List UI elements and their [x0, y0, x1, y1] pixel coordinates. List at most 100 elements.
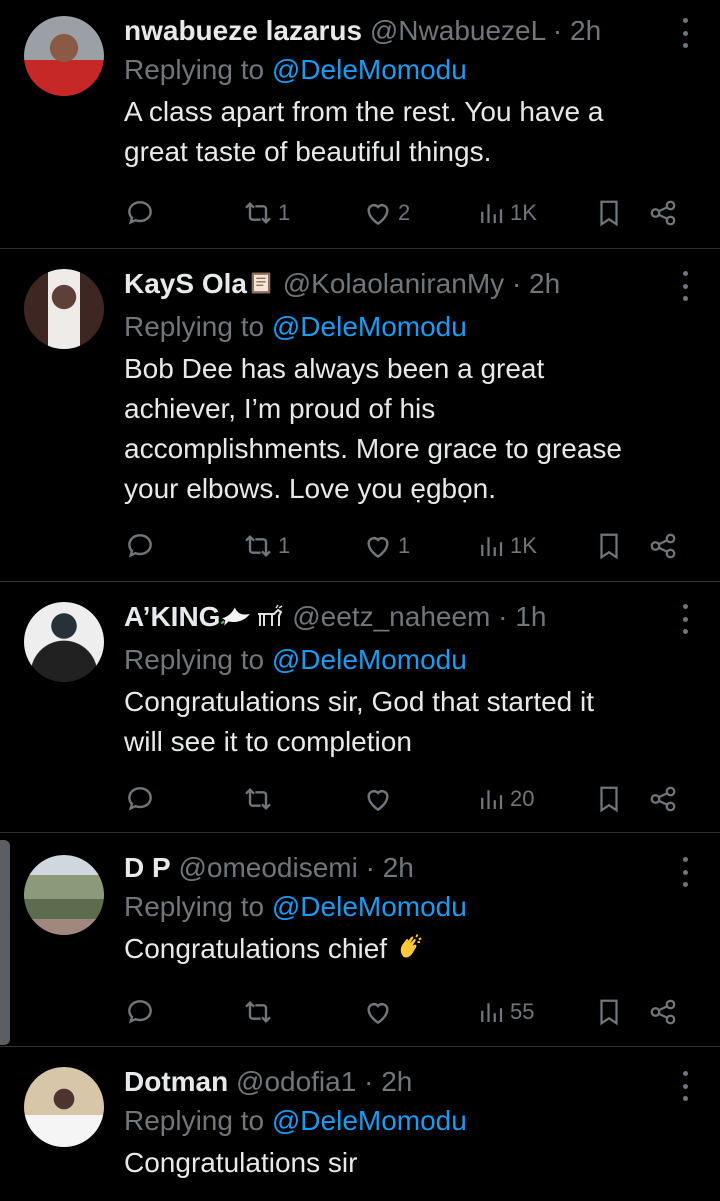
scrollbar[interactable]: [0, 840, 10, 1045]
reply-icon: [128, 1000, 152, 1024]
avatar[interactable]: [24, 269, 104, 349]
tweet-text-line: your elbows. Love you ẹgbọn.: [124, 473, 497, 504]
share-button[interactable]: [648, 529, 678, 563]
bookmark-button[interactable]: [594, 196, 624, 230]
repost-icon: [245, 1000, 271, 1024]
reply-tweet[interactable]: nwabueze lazarus @NwabuezeL · 2h Replyin…: [0, 0, 720, 249]
avatar[interactable]: [24, 602, 104, 682]
views-button[interactable]: 55: [476, 995, 534, 1029]
reply-icon: [128, 787, 152, 811]
user-handle[interactable]: @odofia1: [236, 1066, 356, 1097]
like-button[interactable]: 2: [362, 196, 410, 230]
display-name[interactable]: Dotman: [124, 1066, 228, 1097]
tweet-text-line: Congratulations sir: [124, 1147, 358, 1178]
share-button[interactable]: [648, 995, 678, 1029]
like-count: 2: [398, 200, 411, 225]
user-handle[interactable]: @NwabuezeL: [370, 15, 545, 46]
tweet-text: A class apart from the rest. You have a …: [124, 92, 662, 172]
tweet-text: Congratulations sir, God that started it…: [124, 682, 662, 762]
mention-link[interactable]: @DeleMomodu: [272, 891, 467, 922]
reply-button[interactable]: [124, 995, 156, 1029]
replying-prefix: Replying to: [124, 1105, 272, 1136]
mention-link[interactable]: @DeleMomodu: [272, 1105, 467, 1136]
timestamp[interactable]: 2h: [381, 1066, 412, 1097]
like-button[interactable]: [362, 782, 398, 816]
heart-icon: [367, 537, 389, 559]
replying-to: Replying to @DeleMomodu: [124, 642, 662, 678]
tweet-text-line: accomplishments. More grace to grease: [124, 433, 622, 464]
display-name[interactable]: D P: [124, 852, 171, 883]
replying-to: Replying to @DeleMomodu: [124, 309, 662, 345]
reply-button[interactable]: [124, 196, 156, 230]
separator-dot: ·: [511, 268, 522, 299]
bookmark-icon: [600, 999, 618, 1026]
avatar[interactable]: [24, 1067, 104, 1147]
share-button[interactable]: [648, 196, 678, 230]
more-icon[interactable]: [680, 857, 690, 887]
views-icon: [481, 790, 503, 809]
tweet-text-line: Bob Dee has always been a great: [124, 353, 545, 384]
replying-prefix: Replying to: [124, 311, 272, 342]
action-bar: 1 1 1K: [124, 529, 684, 563]
more-icon[interactable]: [680, 604, 690, 634]
share-icon: [650, 200, 676, 226]
clapping-hands-icon: [395, 932, 425, 973]
views-icon: [481, 537, 503, 556]
replying-to: Replying to @DeleMomodu: [124, 52, 662, 88]
avatar[interactable]: [24, 16, 104, 96]
timestamp[interactable]: 2h: [383, 852, 414, 883]
reply-button[interactable]: [124, 782, 156, 816]
views-button[interactable]: 1K: [476, 529, 537, 563]
views-button[interactable]: 20: [476, 782, 534, 816]
more-icon[interactable]: [680, 1071, 690, 1101]
bookmark-button[interactable]: [594, 529, 624, 563]
repost-button[interactable]: 1: [242, 196, 290, 230]
repost-button[interactable]: [242, 782, 278, 816]
reply-tweet[interactable]: KayS Ola @KolaolaniranMy · 2h Replying t…: [0, 249, 720, 582]
views-icon: [481, 204, 503, 223]
tweet-header: Dotman @odofia1 · 2h: [124, 1065, 662, 1099]
more-icon[interactable]: [680, 271, 690, 301]
bookmark-button[interactable]: [594, 782, 624, 816]
more-icon[interactable]: [680, 18, 690, 48]
action-bar: 20: [124, 782, 684, 816]
reply-tweet[interactable]: A’KING @eetz_naheem · 1h Replying to @De…: [0, 582, 720, 833]
view-count: 1K: [510, 533, 537, 558]
avatar[interactable]: [24, 855, 104, 935]
timestamp[interactable]: 1h: [515, 601, 546, 632]
reply-icon: [128, 201, 152, 225]
display-name[interactable]: A’KING: [124, 601, 220, 632]
action-bar: 55: [124, 995, 684, 1029]
user-handle[interactable]: @eetz_naheem: [292, 601, 490, 632]
tweet-text-line: Congratulations chief: [124, 929, 662, 973]
tweet-header: nwabueze lazarus @NwabuezeL · 2h: [124, 14, 662, 48]
user-handle[interactable]: @omeodisemi: [178, 852, 357, 883]
like-button[interactable]: [362, 995, 398, 1029]
timestamp[interactable]: 2h: [570, 15, 601, 46]
tweet-text-line: A class apart from the rest. You have a: [124, 96, 604, 127]
heart-icon: [367, 204, 389, 226]
tweet-text: Congratulations chief: [124, 929, 662, 973]
bookmark-icon: [600, 200, 618, 227]
mention-link[interactable]: @DeleMomodu: [272, 311, 467, 342]
bookmark-button[interactable]: [594, 995, 624, 1029]
display-name[interactable]: KayS Ola: [124, 268, 247, 299]
views-button[interactable]: 1K: [476, 196, 537, 230]
mention-link[interactable]: @DeleMomodu: [272, 54, 467, 85]
like-button[interactable]: 1: [362, 529, 410, 563]
reply-tweet[interactable]: D P @omeodisemi · 2h Replying to @DeleMo…: [0, 833, 720, 1047]
display-name[interactable]: nwabueze lazarus: [124, 15, 362, 46]
share-icon: [650, 786, 676, 812]
timestamp[interactable]: 2h: [529, 268, 560, 299]
reply-tweet[interactable]: Dotman @odofia1 · 2h Replying to @DeleMo…: [0, 1047, 720, 1201]
repost-button[interactable]: 1: [242, 529, 290, 563]
tweet-header: D P @omeodisemi · 2h: [124, 851, 662, 885]
user-handle[interactable]: @KolaolaniranMy: [283, 268, 504, 299]
view-count: 1K: [510, 200, 537, 225]
reply-icon: [128, 534, 152, 558]
view-count: 20: [510, 786, 535, 811]
repost-button[interactable]: [242, 995, 278, 1029]
share-button[interactable]: [648, 782, 678, 816]
mention-link[interactable]: @DeleMomodu: [272, 644, 467, 675]
reply-button[interactable]: [124, 529, 156, 563]
